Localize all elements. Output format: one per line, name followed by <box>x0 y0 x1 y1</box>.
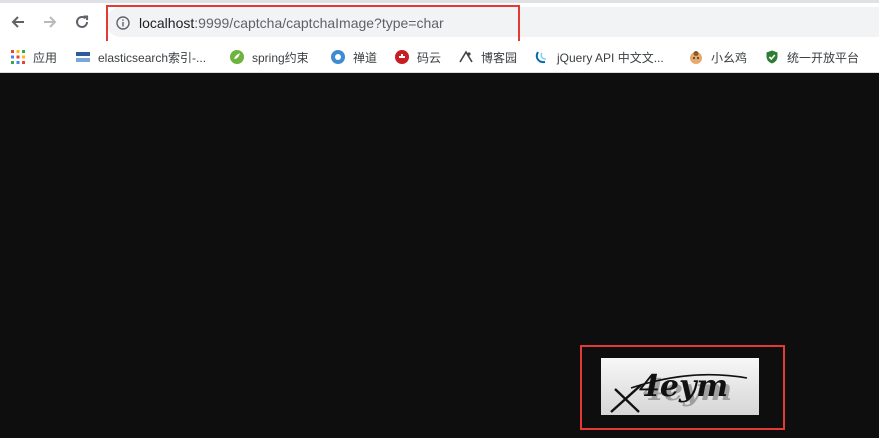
bookmark-label: elasticsearch索引-... <box>98 50 207 65</box>
captcha-highlight-box <box>580 345 785 430</box>
back-arrow-icon[interactable] <box>7 11 29 33</box>
elasticsearch-icon <box>76 52 90 62</box>
cnblogs-icon <box>459 50 473 63</box>
zentao-icon <box>331 50 345 64</box>
bookmark-gitee[interactable]: 码云 <box>395 47 441 67</box>
bookmark-xiaoyaoji[interactable]: 小幺鸡 <box>689 47 747 67</box>
xiaoyaoji-icon <box>690 51 702 64</box>
bookmark-label: jQuery API 中文文... <box>557 50 664 65</box>
apps-grid-icon <box>11 50 25 64</box>
spring-leaf-icon <box>230 50 244 64</box>
bookmark-spring[interactable]: spring约束 <box>230 47 309 67</box>
bookmark-label: 小幺鸡 <box>711 50 748 65</box>
bookmark-apps[interactable]: 应用 <box>11 47 57 67</box>
jquery-icon <box>535 51 547 64</box>
bookmark-elasticsearch[interactable]: elasticsearch索引-... <box>76 47 206 67</box>
bookmark-open-platform[interactable]: 统一开放平台 <box>765 47 859 67</box>
bookmark-label: 统一开放平台 <box>787 50 860 65</box>
bookmarks-bar: 应用 elasticsearch索引-... spring约束 禅道 码云 博客… <box>0 41 879 73</box>
bookmark-label: spring约束 <box>252 50 309 65</box>
bookmark-label: 禅道 <box>353 50 378 65</box>
bookmark-label: 码云 <box>417 50 442 65</box>
forward-arrow-icon[interactable] <box>39 11 61 33</box>
bookmark-jquery[interactable]: jQuery API 中文文... <box>535 47 664 67</box>
bookmark-cnblogs[interactable]: 博客园 <box>459 47 517 67</box>
bookmark-label: 博客园 <box>481 50 518 65</box>
reload-icon[interactable] <box>71 11 93 33</box>
bookmark-zentao[interactable]: 禅道 <box>331 47 377 67</box>
shield-check-icon <box>766 50 778 64</box>
gitee-icon <box>395 50 409 64</box>
bookmark-label: 应用 <box>33 50 58 65</box>
url-highlight-box <box>106 5 520 45</box>
